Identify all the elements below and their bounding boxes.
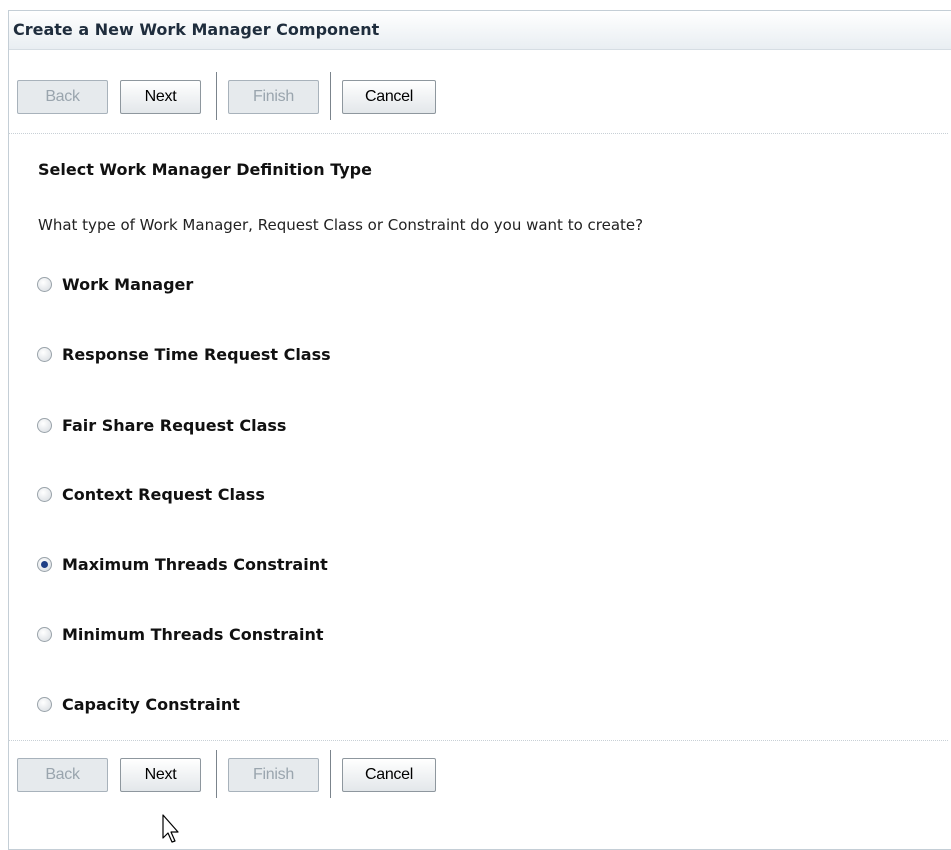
option-minimum-threads-constraint[interactable]: Minimum Threads Constraint [37, 622, 323, 646]
option-label: Maximum Threads Constraint [62, 554, 328, 574]
option-label: Response Time Request Class [62, 344, 331, 364]
radio-button[interactable] [37, 486, 52, 502]
option-maximum-threads-constraint[interactable]: Maximum Threads Constraint [37, 552, 328, 576]
button-separator [216, 750, 217, 798]
option-capacity-constraint[interactable]: Capacity Constraint [37, 692, 240, 716]
radio-button[interactable] [37, 346, 52, 362]
option-label: Fair Share Request Class [62, 415, 287, 435]
divider [8, 740, 948, 741]
dialog-title: Create a New Work Manager Component [13, 20, 380, 39]
option-fair-share-request-class[interactable]: Fair Share Request Class [37, 413, 286, 437]
option-label: Capacity Constraint [62, 694, 240, 714]
option-response-time-request-class[interactable]: Response Time Request Class [37, 342, 331, 366]
back-button[interactable]: Back [17, 80, 108, 114]
radio-button-selected[interactable] [37, 556, 52, 572]
radio-button[interactable] [37, 696, 52, 712]
question-text: What type of Work Manager, Request Class… [38, 216, 644, 234]
section-title: Select Work Manager Definition Type [38, 160, 372, 179]
button-separator [330, 750, 331, 798]
button-separator [330, 72, 331, 120]
finish-button[interactable]: Finish [228, 758, 319, 792]
option-label: Minimum Threads Constraint [62, 624, 324, 644]
cancel-button[interactable]: Cancel [342, 758, 436, 792]
next-button[interactable]: Next [120, 758, 201, 792]
divider [8, 133, 948, 134]
back-button[interactable]: Back [17, 758, 108, 792]
radio-button[interactable] [37, 417, 52, 433]
radio-button[interactable] [37, 626, 52, 642]
option-context-request-class[interactable]: Context Request Class [37, 482, 265, 506]
option-label: Context Request Class [62, 484, 265, 504]
option-label: Work Manager [62, 274, 194, 294]
radio-button[interactable] [37, 276, 52, 292]
cancel-button[interactable]: Cancel [342, 80, 436, 114]
next-button[interactable]: Next [120, 80, 201, 114]
option-work-manager[interactable]: Work Manager [37, 272, 193, 296]
title-bar: Create a New Work Manager Component [9, 11, 951, 50]
mouse-pointer-icon [162, 814, 179, 843]
finish-button[interactable]: Finish [228, 80, 319, 114]
button-separator [216, 72, 217, 120]
